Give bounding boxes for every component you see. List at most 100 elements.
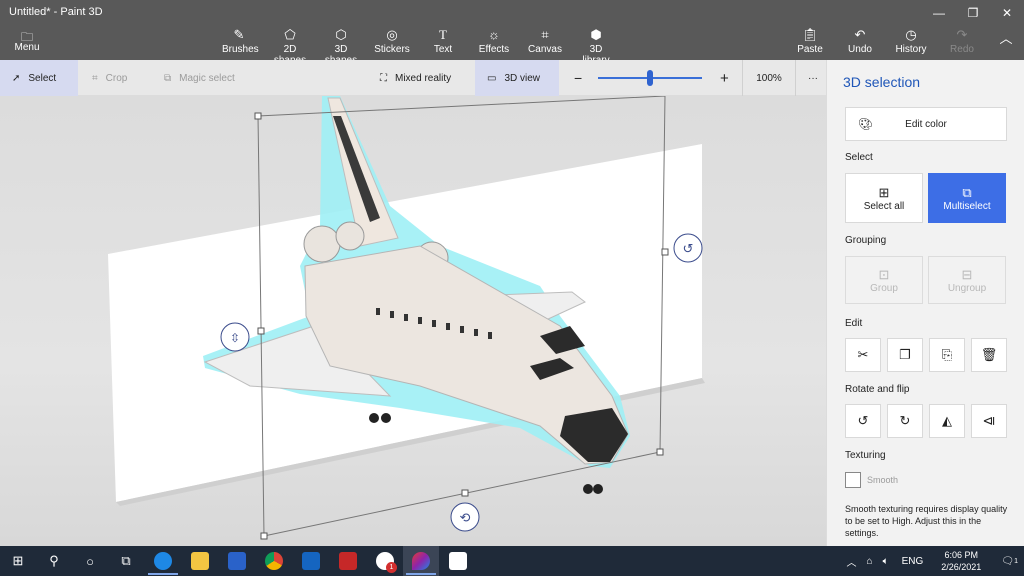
svg-text:⟲: ⟲: [460, 511, 471, 526]
select-all-button[interactable]: ⊞ Select all: [845, 173, 923, 223]
messaging-app-icon[interactable]: [448, 551, 468, 571]
3d-selection-panel: 3D selection 🎨︎ Edit color Select ⊞ Sele…: [826, 60, 1024, 546]
network-icon[interactable]: ⌂: [862, 556, 878, 567]
resize-handle[interactable]: [656, 448, 664, 456]
edge-icon[interactable]: [153, 551, 173, 571]
group-icon: ⊡: [878, 266, 890, 282]
push-depth-handle[interactable]: ⇳: [220, 322, 250, 352]
effects-button[interactable]: ☼ Effects: [478, 27, 510, 56]
paste-button[interactable]: 📋︎ Paste: [796, 28, 824, 56]
texturing-section-label: Texturing: [845, 450, 886, 461]
task-view-icon[interactable]: ⧉: [116, 551, 136, 571]
resize-handle[interactable]: [661, 248, 669, 256]
3d-view-icon: ▭: [487, 72, 497, 84]
ungroup-button[interactable]: ⊟ Ungroup: [928, 256, 1006, 304]
select-section-label: Select: [845, 152, 873, 163]
redo-icon: ↷: [956, 27, 968, 42]
copy-button[interactable]: ❐: [887, 338, 923, 372]
delete-button[interactable]: 🗑︎: [971, 338, 1007, 372]
smooth-checkbox[interactable]: [845, 472, 861, 488]
resize-handle[interactable]: [260, 532, 268, 540]
chevron-up-icon[interactable]: ︿: [842, 554, 862, 569]
mixed-reality-icon: ⛶: [380, 72, 387, 84]
app-icon[interactable]: [338, 551, 358, 571]
edit-color-button[interactable]: 🎨︎ Edit color: [845, 107, 1007, 141]
minus-icon: −: [574, 70, 583, 86]
text-button[interactable]: T Text: [429, 27, 457, 56]
file-explorer-icon[interactable]: [190, 551, 210, 571]
folder-icon: 🗀: [20, 30, 33, 44]
mail-icon[interactable]: [301, 551, 321, 571]
rotate-left-button[interactable]: ↺: [845, 404, 881, 438]
canvas-button[interactable]: ⌗ Canvas: [528, 28, 562, 56]
rotate-right-icon: ↻: [899, 413, 911, 428]
resize-handle[interactable]: [254, 112, 262, 120]
multiselect-icon: ⧉: [962, 184, 972, 200]
flip-vertical-button[interactable]: ⧏: [971, 404, 1007, 438]
cursor-icon: ➚: [12, 72, 21, 84]
3d-canvas[interactable]: ↺ ⇳ ⟲: [0, 96, 826, 546]
more-options-button[interactable]: ···: [796, 60, 830, 96]
cortana-icon[interactable]: ○: [80, 551, 100, 571]
redo-button[interactable]: ↷ Redo: [950, 27, 974, 56]
select-all-icon: ⊞: [878, 184, 890, 200]
windows-start-icon[interactable]: ⊞: [8, 551, 28, 571]
rotate-right-button[interactable]: ↻: [887, 404, 923, 438]
scene-svg: ↺ ⇳ ⟲: [108, 96, 705, 540]
resize-handle[interactable]: [257, 327, 265, 335]
ungroup-icon: ⊟: [961, 266, 973, 282]
rotate-z-handle[interactable]: ⟲: [450, 502, 480, 532]
minimize-icon[interactable]: —: [922, 0, 956, 26]
cube-icon: ⬡: [335, 27, 347, 42]
rotate-section-label: Rotate and flip: [845, 384, 910, 395]
chrome-icon[interactable]: [264, 551, 284, 571]
maximize-icon[interactable]: ❐: [956, 0, 990, 26]
paste-panel-button[interactable]: ⎘: [929, 338, 965, 372]
close-icon[interactable]: ✕: [990, 0, 1024, 26]
3d-view-button[interactable]: ▭ 3D view: [475, 60, 559, 96]
clock[interactable]: 6:06 PM 2/26/2021: [931, 549, 991, 573]
zoom-in-button[interactable]: +: [708, 60, 741, 96]
volume-icon[interactable]: 🔈︎: [878, 556, 894, 567]
library-icon: ⬢: [590, 27, 602, 42]
undo-button[interactable]: ↶ Undo: [847, 28, 873, 56]
language-indicator[interactable]: ENG: [894, 556, 932, 567]
notifications-icon[interactable]: 🗨︎ 1: [991, 556, 1024, 567]
sun-icon: ☼: [488, 27, 500, 42]
scissors-icon: ✂: [857, 347, 869, 362]
paint-3d-icon[interactable]: [411, 551, 431, 571]
flip-vertical-icon: ⧏: [982, 413, 996, 428]
magic-select-button[interactable]: ⧉ Magic select: [152, 60, 247, 96]
flip-horizontal-button[interactable]: ◭: [929, 404, 965, 438]
text-icon: T: [439, 27, 447, 42]
magic-select-icon: ⧉: [164, 72, 172, 84]
menu-button[interactable]: 🗀 Menu: [10, 28, 44, 53]
multiselect-button[interactable]: ⧉ Multiselect: [928, 173, 1006, 223]
edit-section-label: Edit: [845, 318, 863, 329]
zoom-percentage[interactable]: 100%: [742, 60, 796, 96]
zoom-slider-thumb[interactable]: [647, 70, 653, 86]
resize-handle[interactable]: [461, 489, 469, 497]
collapse-toolbar-button[interactable]: ︿: [998, 32, 1014, 48]
mixed-reality-button[interactable]: ⛶ Mixed reality: [368, 60, 463, 96]
rotate-left-icon: ↺: [857, 413, 869, 428]
store-icon[interactable]: [227, 551, 247, 571]
svg-text:↺: ↺: [683, 242, 694, 257]
clock-icon: ◷: [905, 27, 917, 42]
cut-button[interactable]: ✂: [845, 338, 881, 372]
zoom-out-button[interactable]: −: [562, 60, 594, 96]
smooth-texturing-note: Smooth texturing requires display qualit…: [845, 504, 1008, 538]
search-icon[interactable]: ⚲: [44, 551, 64, 571]
brush-icon: ✎: [233, 27, 245, 42]
rotate-y-handle[interactable]: ↺: [673, 233, 703, 263]
chat-app-icon[interactable]: 1: [375, 551, 397, 573]
group-button[interactable]: ⊡ Group: [845, 256, 923, 304]
brushes-button[interactable]: ✎ Brushes: [222, 27, 259, 56]
select-tool-button[interactable]: ➚ Select: [0, 60, 78, 96]
plus-icon: +: [720, 69, 729, 87]
more-icon: ···: [808, 72, 818, 84]
stickers-button[interactable]: ◎ Stickers: [373, 28, 411, 56]
crop-button[interactable]: ⌗ Crop: [80, 60, 139, 96]
history-button[interactable]: ◷ History: [895, 27, 927, 56]
paste-icon: ⎘: [941, 347, 953, 362]
